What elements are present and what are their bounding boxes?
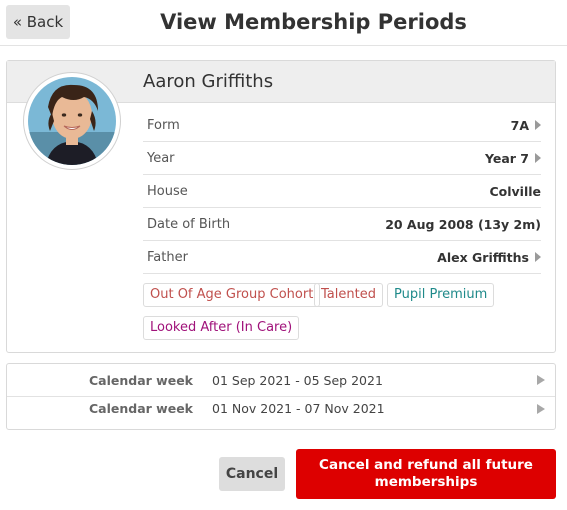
tag-looked-after: Looked After (In Care) (143, 316, 300, 340)
detail-value: Colville (489, 183, 541, 199)
detail-label: Form (147, 117, 180, 133)
period-label: Calendar week (89, 372, 193, 388)
student-card: Aaron Griffiths Form 7A Year Year 7 Hous… (6, 60, 556, 353)
period-range: 01 Nov 2021 - 07 Nov 2021 (212, 401, 385, 416)
student-details: Form 7A Year Year 7 House Colville Date … (143, 109, 541, 274)
cancel-button[interactable]: Cancel (219, 457, 285, 491)
student-name: Aaron Griffiths (143, 71, 274, 92)
detail-value: 7A (510, 117, 529, 133)
detail-row-father[interactable]: Father Alex Griffiths (143, 241, 541, 274)
detail-row-year[interactable]: Year Year 7 (143, 142, 541, 175)
detail-row-house: House Colville (143, 175, 541, 208)
cancel-and-refund-button[interactable]: Cancel and refund all future memberships (296, 449, 556, 499)
detail-label: Date of Birth (147, 216, 231, 232)
detail-label: Year (147, 150, 175, 166)
detail-label: Father (147, 249, 188, 265)
page-title: View Membership Periods (160, 10, 467, 34)
student-photo (28, 77, 116, 165)
top-bar: « Back View Membership Periods (0, 0, 567, 46)
tag-out-of-age-group: Out Of Age Group Cohort (143, 283, 321, 307)
detail-value: Year 7 (484, 150, 529, 166)
detail-row-form[interactable]: Form 7A (143, 109, 541, 142)
chevron-right-icon (537, 375, 545, 385)
detail-row-dob: Date of Birth 20 Aug 2008 (13y 2m) (143, 208, 541, 241)
detail-label: House (147, 183, 188, 199)
chevron-right-icon (535, 153, 541, 163)
detail-value: Alex Griffiths (437, 249, 529, 265)
chevron-right-icon (535, 252, 541, 262)
chevron-right-icon (537, 403, 545, 414)
period-row[interactable]: Calendar week 01 Nov 2021 - 07 Nov 2021 (7, 392, 555, 425)
detail-value: 20 Aug 2008 (13y 2m) (385, 216, 541, 232)
membership-periods: Calendar week 01 Sep 2021 - 05 Sep 2021 … (6, 363, 556, 430)
period-range: 01 Sep 2021 - 05 Sep 2021 (212, 372, 383, 388)
avatar (23, 72, 121, 170)
tag-talented: Talented (314, 283, 383, 307)
chevron-right-icon (535, 120, 541, 130)
period-label: Calendar week (89, 401, 193, 416)
tag-pupil-premium: Pupil Premium (387, 283, 495, 307)
